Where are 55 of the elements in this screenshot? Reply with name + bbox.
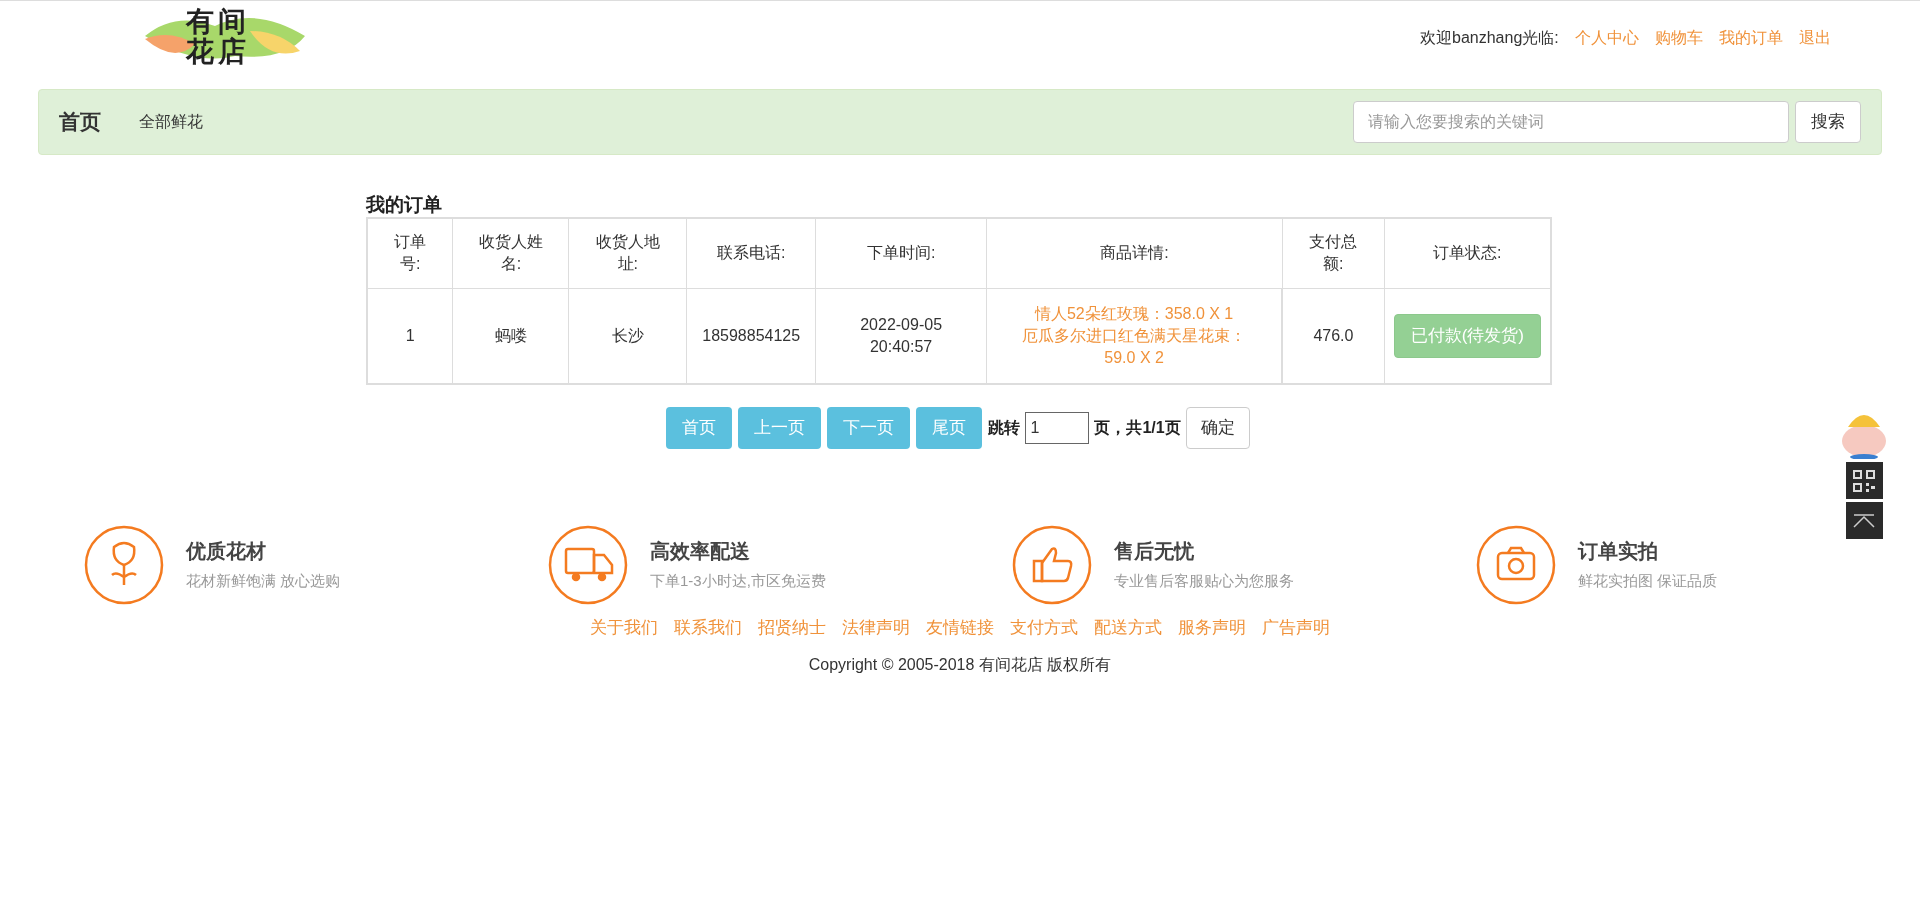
page-info: 页，共1/1页 [1094, 418, 1181, 438]
footer-link[interactable]: 关于我们 [590, 615, 658, 641]
product-detail: 厄瓜多尔进口红色满天星花束：59.0 X 2 [1021, 325, 1248, 368]
footer-link[interactable]: 招贤纳士 [758, 615, 826, 641]
truck-icon [548, 525, 628, 605]
chevron-up-icon [1852, 512, 1876, 529]
column-header: 收货人姓名: [452, 218, 569, 288]
status-badge: 已付款(待发货) [1393, 314, 1541, 358]
column-header: 支付总额: [1282, 218, 1385, 288]
page-input[interactable]: 1 [1025, 412, 1090, 444]
column-header: 联系电话: [686, 218, 816, 288]
footer-link[interactable]: 服务声明 [1178, 615, 1246, 641]
nav-link[interactable]: 全部鲜花 [139, 110, 203, 134]
feature-subtitle: 花材新鲜饱满 放心选购 [186, 570, 341, 591]
user-link[interactable]: 个人中心 [1574, 27, 1639, 89]
page-button[interactable]: 首页 [666, 407, 733, 449]
feature-title: 优质花材 [186, 538, 267, 564]
feature-title: 售后无忧 [1114, 538, 1195, 564]
thumb-icon [1012, 525, 1092, 605]
column-header: 下单时间: [815, 218, 987, 288]
user-link[interactable]: 购物车 [1654, 27, 1703, 89]
confirm-button[interactable]: 确定 [1185, 407, 1250, 449]
qr-code-icon [1851, 467, 1877, 494]
page-button[interactable]: 上一页 [738, 407, 822, 449]
column-header: 商品详情: [986, 218, 1283, 288]
column-header: 订单号: [367, 218, 453, 288]
search-field[interactable]: 请输入您要搜索的关键词 [1353, 101, 1789, 143]
welcome-text: 欢迎banzhang光临: [1420, 28, 1559, 48]
back-to-top-button[interactable] [1845, 502, 1883, 539]
flower-icon [84, 525, 164, 605]
feature-title: 高效率配送 [650, 538, 751, 564]
feature-title: 订单实拍 [1578, 538, 1659, 564]
footer-link[interactable]: 支付方式 [1010, 615, 1078, 641]
user-link[interactable]: 我的订单 [1718, 27, 1783, 89]
product-detail: 情人52朵红玫瑰：358.0 X 1 [1033, 303, 1235, 324]
feature-subtitle: 下单1-3小时达,市区免运费 [650, 570, 826, 591]
page-button[interactable]: 下一页 [827, 407, 911, 449]
feature-subtitle: 鲜花实拍图 保证品质 [1578, 570, 1718, 591]
jump-label: 跳转 [988, 418, 1021, 438]
orders-title: 我的订单 [366, 193, 443, 217]
footer-link[interactable]: 配送方式 [1094, 615, 1162, 641]
nav-brand[interactable]: 首页 [59, 106, 101, 138]
page-button[interactable]: 尾页 [916, 407, 983, 449]
user-link[interactable]: 退出 [1798, 27, 1831, 89]
search-button[interactable]: 搜索 [1795, 101, 1861, 143]
footer-link[interactable]: 法律声明 [842, 615, 910, 641]
column-header: 收货人地址: [568, 218, 687, 288]
table-cell: 476.0 [1282, 288, 1385, 384]
footer-link[interactable]: 联系我们 [674, 615, 742, 641]
feature-subtitle: 专业售后客服贴心为您服务 [1114, 570, 1294, 591]
copyright-text: Copyright © 2005-2018 有间花店 版权所有 [807, 654, 1113, 675]
qr-code-button[interactable] [1845, 462, 1883, 499]
footer-link[interactable]: 友情链接 [926, 615, 994, 641]
footer-link[interactable]: 广告声明 [1262, 615, 1330, 641]
camera-icon [1476, 525, 1556, 605]
